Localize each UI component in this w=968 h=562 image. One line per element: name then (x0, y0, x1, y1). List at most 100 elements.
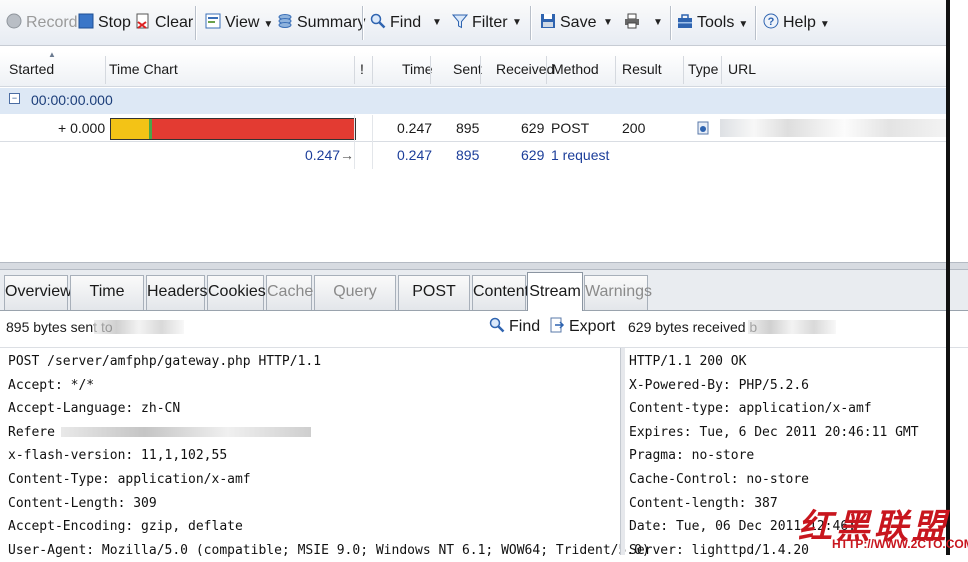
view-menu[interactable]: View ▼ (205, 12, 273, 34)
table-row[interactable]: + 0.000 0.247 895 629 POST 200 (0, 115, 946, 142)
filter-button[interactable]: Filter (452, 12, 508, 34)
tab-content[interactable]: Content (472, 275, 529, 310)
cell-received: 629 (521, 120, 545, 136)
request-line: Content-Type: application/x-amf (8, 471, 251, 487)
tab-cookies[interactable]: Cookies (207, 275, 266, 310)
clear-icon (136, 13, 149, 29)
clear-button[interactable]: Clear (135, 12, 193, 34)
print-button[interactable] (624, 12, 644, 34)
tab-post-data[interactable]: POST Data (398, 275, 470, 332)
request-stream-pane[interactable]: POST /server/amfphp/gateway.php HTTP/1.1… (8, 350, 650, 562)
summary-requests: 1 request (551, 147, 610, 163)
time-chart-bar (110, 118, 356, 140)
find-dropdown-chevron-icon[interactable]: ▼ (432, 12, 442, 34)
file-icon (697, 121, 709, 135)
bar-send-segment (149, 119, 152, 139)
find-button[interactable]: Find (370, 12, 421, 34)
collapse-icon[interactable]: − (9, 93, 20, 104)
export-icon (550, 317, 565, 333)
response-line: X-Powered-By: PHP/5.2.6 (629, 377, 810, 393)
record-button[interactable]: Record (6, 12, 78, 34)
redacted-host (94, 320, 184, 334)
col-header-result[interactable]: Result (622, 61, 662, 77)
cell-started: + 0.000 (58, 120, 106, 136)
col-header-started[interactable]: Started (9, 61, 54, 77)
group-label: 00:00:00.000 (31, 92, 113, 108)
detail-tabs: Overview Time Chart Headers Cookies Cach… (0, 270, 968, 332)
request-line: POST /server/amfphp/gateway.php HTTP/1.1 (8, 354, 322, 369)
tab-cache[interactable]: Cache (266, 275, 313, 310)
save-button[interactable]: Save (540, 12, 596, 34)
request-line: Accept-Encoding: gzip, deflate (8, 519, 243, 535)
response-line: Content-type: application/x-amf (629, 401, 872, 417)
summary-row: 0.247 → 0.247 895 629 1 request (0, 143, 946, 169)
bytes-received-label: 629 bytes received b (628, 319, 758, 335)
col-header-warning[interactable]: ! (360, 61, 364, 77)
arrow-right-icon: → (340, 147, 354, 163)
col-header-time-chart[interactable]: Time Chart (109, 61, 178, 77)
svg-text:?: ? (768, 16, 775, 28)
col-header-time[interactable]: Time (402, 61, 433, 77)
request-line: x-flash-version: 11,1,102,55 (8, 448, 228, 464)
url-redacted (720, 119, 946, 137)
tools-menu[interactable]: Tools ▼ (677, 12, 748, 34)
response-line: Expires: Tue, 6 Dec 2011 20:46:11 GMT (629, 424, 919, 440)
response-line: Pragma: no-store (629, 448, 755, 464)
summary-icon (278, 14, 292, 28)
help-menu[interactable]: ? Help ▼ (763, 12, 830, 34)
record-icon (6, 13, 22, 29)
col-header-type[interactable]: Type (688, 61, 718, 77)
sort-ascending-icon: ▲ (48, 50, 56, 59)
summary-received: 629 (521, 147, 545, 163)
printer-icon (625, 13, 639, 29)
tab-stream[interactable]: Stream (527, 272, 583, 311)
group-row[interactable]: − 00:00:00.000 (0, 88, 946, 114)
response-line: HTTP/1.1 200 OK (629, 354, 747, 369)
save-icon (541, 14, 555, 28)
print-dropdown-chevron-icon[interactable]: ▼ (653, 12, 663, 34)
toolbox-icon (678, 14, 692, 28)
summary-time: 0.247 (397, 147, 433, 163)
view-icon (205, 13, 221, 29)
window-frame-edge (946, 0, 950, 555)
grid-header: Started ▲ Time Chart ! Time Sent Receive… (0, 50, 946, 87)
summary-button[interactable]: Summary (277, 12, 365, 34)
pane-divider[interactable] (620, 348, 625, 555)
redacted-host (748, 320, 836, 334)
redacted-referer (60, 427, 311, 438)
cell-result: 200 (622, 120, 646, 136)
save-dropdown-chevron-icon[interactable]: ▼ (603, 12, 613, 34)
stream-toolbar: 895 bytes sent to Find Export 629 bytes … (0, 311, 968, 348)
chevron-down-icon: ▼ (738, 19, 749, 30)
tab-time-chart[interactable]: Time Chart (70, 275, 144, 332)
col-header-method[interactable]: Method (552, 61, 599, 77)
tab-overview[interactable]: Overview (4, 275, 72, 310)
summary-sent: 895 (456, 147, 480, 163)
chevron-down-icon: ▼ (819, 19, 830, 30)
tab-headers[interactable]: Headers (146, 275, 207, 310)
splitter-handle[interactable] (0, 262, 968, 270)
summary-total-time: 0.247 (305, 147, 341, 163)
tab-warnings[interactable]: Warnings (584, 275, 652, 310)
toolbar: Record Stop Clear View ▼ Summary Find ▼ F… (0, 0, 948, 46)
stop-button[interactable]: Stop (78, 12, 131, 34)
chevron-down-icon: ▼ (263, 19, 274, 30)
filter-dropdown-chevron-icon[interactable]: ▼ (512, 12, 522, 34)
cell-method: POST (551, 120, 590, 136)
col-header-sent[interactable]: Sent (453, 61, 482, 77)
tab-query-string[interactable]: Query String (314, 275, 396, 332)
col-header-url[interactable]: URL (728, 61, 756, 77)
request-line: User-Agent: Mozilla/5.0 (compatible; MSI… (8, 542, 650, 558)
search-icon (489, 317, 505, 333)
response-line: Cache-Control: no-store (629, 471, 810, 487)
help-icon: ? (763, 13, 779, 29)
cell-sent: 895 (456, 120, 480, 136)
watermark-logo: 红黑联盟 HTTP://WWW.2CTO.COM (798, 497, 968, 555)
request-line: Accept: */* (8, 377, 95, 393)
stream-export-button[interactable]: Export (549, 317, 615, 336)
request-line: Accept-Language: zh-CN (8, 401, 181, 417)
stream-find-button[interactable]: Find (489, 317, 540, 336)
filter-icon (452, 14, 468, 29)
request-line: Refere (8, 421, 618, 445)
stop-icon (78, 13, 94, 29)
